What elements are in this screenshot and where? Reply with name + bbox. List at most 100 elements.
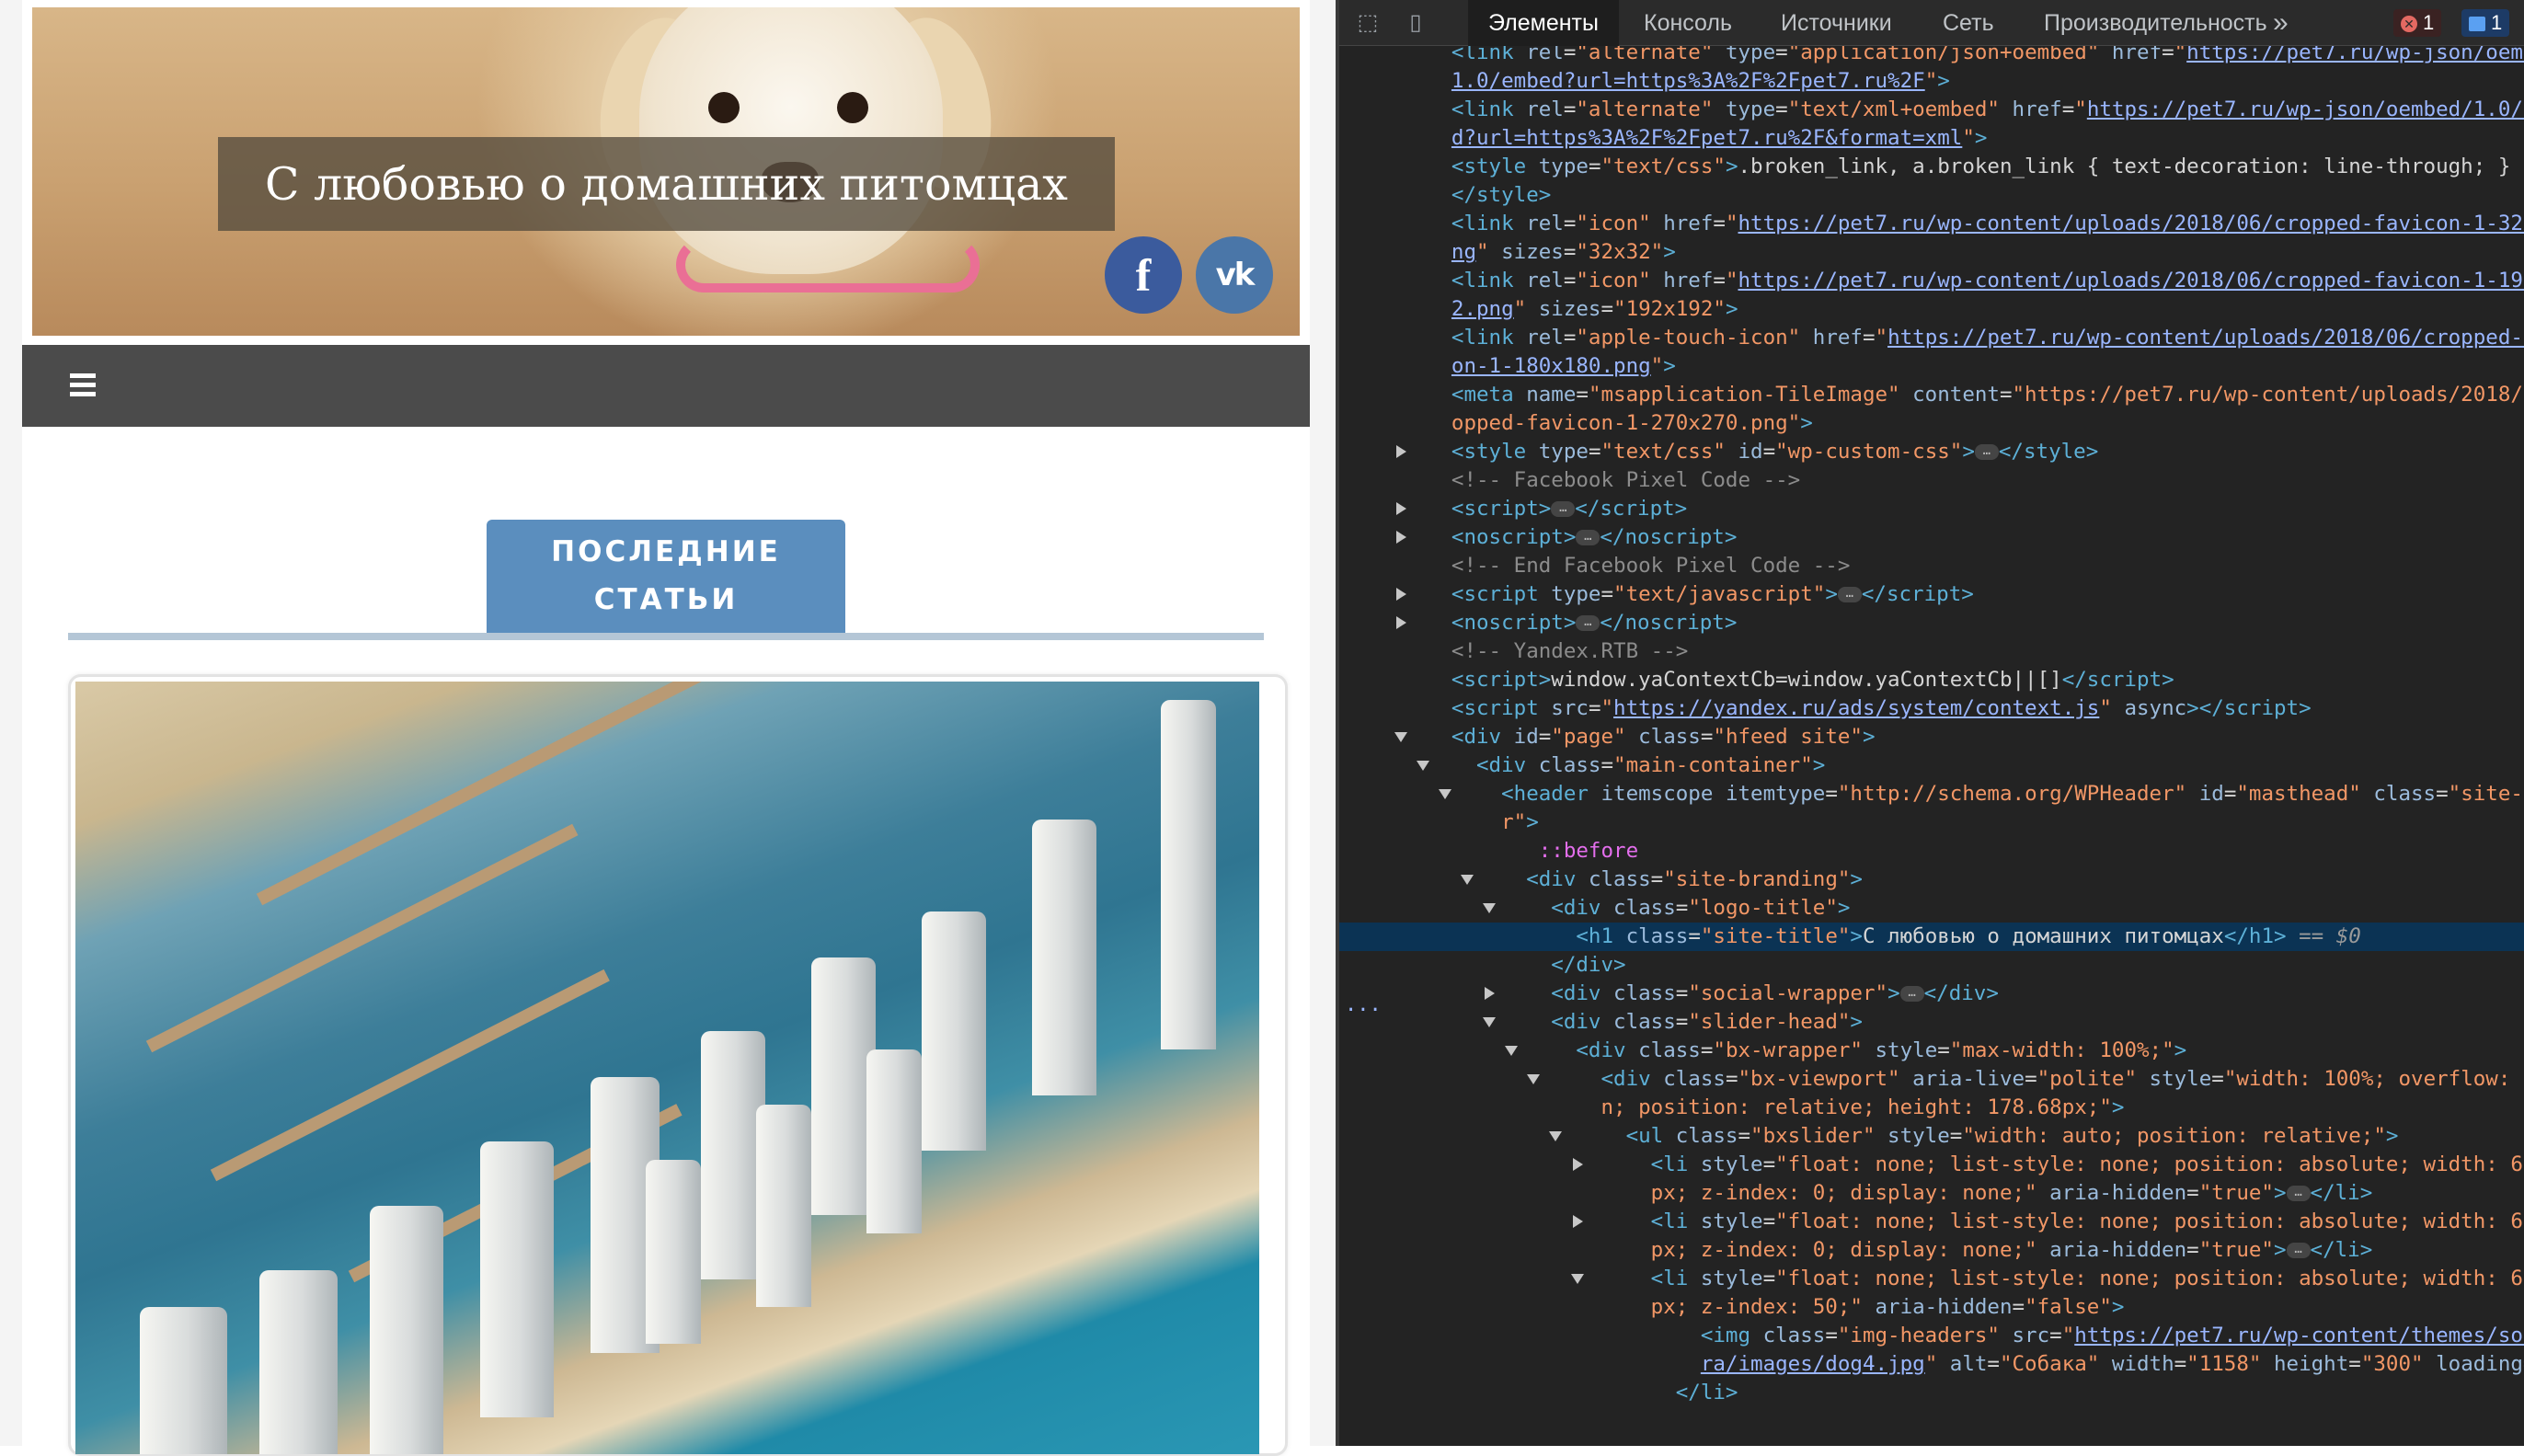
tab-sources[interactable]: Источники (1761, 0, 1912, 46)
dom-line[interactable]: 2.png" sizes="192x192"> (1339, 295, 2524, 324)
tab-network[interactable]: Сеть (1922, 0, 2014, 46)
dom-line[interactable]: ng" sizes="32x32"> (1339, 238, 2524, 267)
collapse-toggle-icon[interactable] (1505, 1046, 1518, 1056)
site-header-banner: С любовью о домашних питомцах f vk (32, 7, 1300, 336)
dom-line[interactable]: <li style="float: none; list-style: none… (1339, 1265, 2524, 1293)
device-toolbar-icon[interactable]: ▯ (1400, 9, 1431, 37)
dom-line[interactable]: <li style="float: none; list-style: none… (1339, 1208, 2524, 1236)
dom-line[interactable]: <div id="page" class="hfeed site"> (1339, 723, 2524, 751)
dom-line[interactable]: <script type="text/javascript">… </script… (1339, 580, 2524, 609)
expand-toggle-icon[interactable] (1396, 616, 1406, 629)
section-divider (68, 633, 1264, 640)
dom-line[interactable]: <meta name="msapplication-TileImage" con… (1339, 381, 2524, 409)
site-title-text: С любовью о домашних питомцах (265, 157, 1068, 211)
facebook-icon[interactable]: f (1105, 236, 1182, 314)
dom-line[interactable]: <div class="bx-viewport" aria-live="poli… (1339, 1065, 2524, 1094)
collapse-toggle-icon[interactable] (1549, 1131, 1562, 1141)
dom-line[interactable]: <!-- Facebook Pixel Code --> (1339, 466, 2524, 495)
dom-line[interactable]: ::before (1339, 837, 2524, 866)
tab-performance[interactable]: Производительность (2024, 0, 2288, 46)
dom-line[interactable]: r"> (1339, 808, 2524, 837)
dom-line[interactable]: </div> (1339, 951, 2524, 980)
dom-line[interactable]: <script>window.yaContextCb=window.yaCont… (1339, 666, 2524, 694)
tab-elements[interactable]: Элементы (1468, 0, 1619, 46)
hamburger-menu-icon[interactable] (70, 373, 96, 397)
dom-line[interactable]: px; z-index: 0; display: none;" aria-hid… (1339, 1236, 2524, 1265)
inspect-element-icon[interactable]: ⬚ (1352, 9, 1383, 37)
dom-line[interactable]: <!-- End Facebook Pixel Code --> (1339, 552, 2524, 580)
article-image[interactable] (75, 682, 1259, 1454)
dom-line[interactable]: d?url=https%3A%2F%2Fpet7.ru%2F&format=xm… (1339, 124, 2524, 153)
dom-line[interactable]: <div class="social-wrapper">… </div> (1339, 980, 2524, 1008)
dom-line[interactable]: <noscript>… </noscript> (1339, 523, 2524, 552)
article-card[interactable] (68, 674, 1288, 1456)
collapse-toggle-icon[interactable] (1417, 761, 1429, 771)
more-tabs-icon[interactable]: » (2273, 0, 2289, 46)
dom-line[interactable]: opped-favicon-1-270x270.png"> (1339, 409, 2524, 438)
site-title[interactable]: С любовью о домашних питомцах (218, 137, 1115, 231)
dom-line[interactable]: </style> (1339, 181, 2524, 210)
expand-toggle-icon[interactable] (1573, 1215, 1583, 1228)
dom-line[interactable]: px; z-index: 0; display: none;" aria-hid… (1339, 1179, 2524, 1208)
dom-line[interactable]: on-1-180x180.png"> (1339, 352, 2524, 381)
dom-line[interactable]: px; z-index: 50;" aria-hidden="false"> (1339, 1293, 2524, 1322)
devtools-panel: ⬚ ▯ Элементы Консоль Источники Сеть Прои… (1336, 0, 2524, 1446)
website-page: С любовью о домашних питомцах f vk ПОСЛЕ… (22, 0, 1310, 1456)
dom-line[interactable]: <script>… </script> (1339, 495, 2524, 523)
dom-line[interactable]: <link rel="alternate" type="text/xml+oem… (1339, 96, 2524, 124)
dom-line[interactable]: 1.0/embed?url=https%3A%2F%2Fpet7.ru%2F"> (1339, 67, 2524, 96)
dom-line[interactable]: <li style="float: none; list-style: none… (1339, 1151, 2524, 1179)
elements-dom-tree[interactable]: <link rel="alternate" type="application/… (1339, 46, 2524, 1446)
dom-line[interactable]: <link rel="icon" href="https://pet7.ru/w… (1339, 267, 2524, 295)
expand-toggle-icon[interactable] (1396, 445, 1406, 458)
dom-line[interactable]: <header itemscope itemtype="http://schem… (1339, 780, 2524, 808)
dom-line[interactable]: <img class="img-headers" src="https://pe… (1339, 1322, 2524, 1350)
dom-line[interactable]: n; position: relative; height: 178.68px;… (1339, 1094, 2524, 1122)
dom-line-selected[interactable]: <h1 class="site-title">С любовью о домаш… (1339, 923, 2524, 951)
collapse-toggle-icon[interactable] (1571, 1274, 1584, 1284)
dom-line[interactable]: <ul class="bxslider" style="width: auto;… (1339, 1122, 2524, 1151)
collapse-toggle-icon[interactable] (1439, 789, 1451, 799)
browser-viewport: С любовью о домашних питомцах f vk ПОСЛЕ… (0, 0, 1336, 1456)
tower-building (259, 1270, 338, 1454)
errors-count: 1 (2423, 11, 2435, 34)
dom-line[interactable]: <!-- Yandex.RTB --> (1339, 637, 2524, 666)
tab-console[interactable]: Консоль (1623, 0, 1752, 46)
collapse-toggle-icon[interactable] (1483, 903, 1496, 913)
collapse-toggle-icon[interactable] (1461, 875, 1474, 885)
errors-badge[interactable]: ✕ 1 (2393, 9, 2442, 37)
dom-line[interactable]: <div class="site-branding"> (1339, 866, 2524, 894)
messages-badge[interactable]: 1 (2461, 9, 2510, 37)
latest-articles-heading: ПОСЛЕДНИЕ СТАТЬИ (487, 520, 845, 633)
dom-line[interactable]: <div class="main-container"> (1339, 751, 2524, 780)
dom-line[interactable]: ra/images/dog4.jpg" alt="Собака" width="… (1339, 1350, 2524, 1379)
collapse-toggle-icon[interactable] (1483, 1017, 1496, 1027)
tower-building (756, 1105, 811, 1307)
dom-line[interactable]: <script src="https://yandex.ru/ads/syste… (1339, 694, 2524, 723)
collapse-toggle-icon[interactable] (1527, 1074, 1540, 1084)
main-navigation (22, 345, 1310, 427)
dom-line[interactable]: <div class="slider-head"> (1339, 1008, 2524, 1037)
dom-line[interactable]: </li> (1339, 1379, 2524, 1407)
expand-toggle-icon[interactable] (1573, 1158, 1583, 1171)
tower-building (646, 1160, 701, 1344)
selected-node-marker: == $0 (2299, 924, 2361, 948)
collapse-toggle-icon[interactable] (1394, 732, 1407, 742)
tower-building (866, 1049, 922, 1233)
dom-line[interactable]: <div class="logo-title"> (1339, 894, 2524, 923)
dom-line[interactable]: <style type="text/css" id="wp-custom-css… (1339, 438, 2524, 466)
dom-line[interactable]: <link rel="alternate" type="application/… (1339, 46, 2524, 67)
tower-building (370, 1206, 443, 1454)
expand-toggle-icon[interactable] (1396, 531, 1406, 544)
row-actions-icon[interactable]: ··· (1345, 999, 1382, 1022)
vk-icon[interactable]: vk (1196, 236, 1273, 314)
dom-line[interactable]: <link rel="apple-touch-icon" href="https… (1339, 324, 2524, 352)
expand-toggle-icon[interactable] (1396, 502, 1406, 515)
puppy-eye (708, 92, 740, 123)
tower-building (1032, 820, 1096, 1095)
dom-line[interactable]: <noscript>… </noscript> (1339, 609, 2524, 637)
expand-toggle-icon[interactable] (1485, 987, 1495, 1000)
dom-line[interactable]: <link rel="icon" href="https://pet7.ru/w… (1339, 210, 2524, 238)
expand-toggle-icon[interactable] (1396, 588, 1406, 601)
dom-line[interactable]: <style type="text/css">.broken_link, a.b… (1339, 153, 2524, 181)
